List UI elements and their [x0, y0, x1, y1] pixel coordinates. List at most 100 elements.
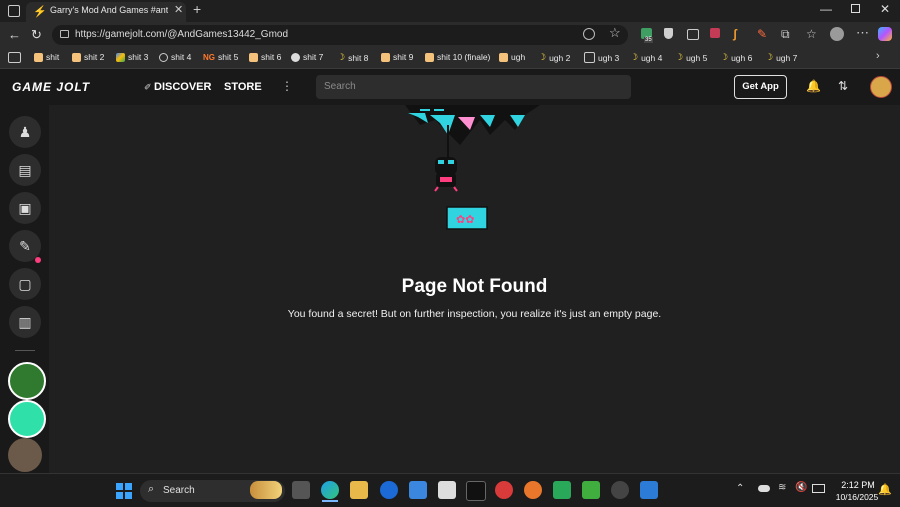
bookmark[interactable]: ugh [499, 52, 525, 62]
steam-icon[interactable] [611, 481, 629, 499]
search-input[interactable] [316, 75, 631, 99]
task-view-icon[interactable] [292, 481, 310, 499]
active-app-indicator [322, 500, 338, 502]
bread-icon [72, 52, 81, 62]
bread-icon [381, 52, 390, 62]
bookmark[interactable]: ☽ ugh 5 [675, 52, 707, 63]
bookmark[interactable]: ☽ shit 8 [337, 52, 368, 63]
bookmarks-overflow-icon[interactable]: › [876, 50, 880, 62]
file-explorer-icon[interactable] [350, 481, 368, 499]
github-icon [291, 52, 300, 62]
banana-icon: ☽ [337, 52, 346, 62]
taskbar-search-label: Search [163, 485, 195, 496]
sidebar-home-icon[interactable]: ♟ [9, 116, 41, 148]
sidebar-backpack-icon[interactable]: ▣ [9, 192, 41, 224]
green-app-icon[interactable] [553, 481, 571, 499]
sidebar-library-icon[interactable]: ▥ [9, 306, 41, 338]
more-menu-icon[interactable]: ⋯ [856, 25, 869, 41]
extension-red-icon[interactable] [710, 28, 720, 38]
tab-actions-icon[interactable] [8, 5, 20, 17]
sidebar-store-icon[interactable]: ▤ [9, 154, 41, 186]
banana-icon: ☽ [675, 52, 684, 62]
notification-icon[interactable]: 🔔 [878, 483, 892, 496]
microsoft-store-icon[interactable] [409, 481, 427, 499]
clock-time[interactable]: 2:12 PM [833, 480, 883, 490]
game-app-icon[interactable] [640, 481, 658, 499]
reading-mode-icon[interactable] [583, 28, 595, 40]
wifi-icon[interactable]: ≋ [778, 482, 786, 493]
windows-start-icon[interactable] [116, 483, 132, 499]
blender-icon[interactable] [524, 481, 542, 499]
notifications-bell-icon[interactable]: 🔔 [806, 79, 821, 93]
camera-icon[interactable] [687, 29, 699, 40]
back-icon[interactable]: ← [8, 27, 21, 42]
svg-text:✿✿: ✿✿ [456, 213, 474, 226]
hp-icon[interactable] [380, 481, 398, 499]
site-info-icon[interactable] [60, 30, 69, 38]
banana-icon: ☽ [630, 52, 639, 62]
minimize-icon[interactable]: — [820, 2, 832, 16]
volume-muted-icon[interactable]: 🔇 [795, 482, 807, 493]
edge-browser-icon[interactable] [321, 481, 339, 499]
tray-overflow-icon[interactable]: ⌃ [736, 483, 744, 494]
bookmark[interactable]: shit 9 [381, 52, 413, 62]
refresh-icon[interactable]: ↻ [31, 27, 42, 43]
bookmark[interactable]: ☽ ugh 4 [630, 52, 662, 63]
friends-icon[interactable]: ⇅ [838, 79, 848, 93]
url-text[interactable]: https://gamejolt.com/@AndGames13442_Gmod [75, 29, 288, 40]
search-placeholder: Search [324, 81, 356, 92]
extensions-puzzle-icon[interactable]: ⧉ [781, 27, 790, 42]
bookmark[interactable]: shit 2 [72, 52, 104, 62]
favorite-star-icon[interactable]: ☆ [609, 25, 621, 41]
cn-app-icon[interactable] [495, 481, 513, 499]
bookmark[interactable]: shit 4 [159, 52, 191, 62]
document-icon [584, 52, 595, 63]
copilot-icon[interactable] [878, 27, 892, 41]
community-avatar[interactable] [8, 400, 46, 438]
tab-close-icon[interactable]: ✕ [174, 3, 183, 16]
bookmark[interactable]: shit 6 [249, 52, 281, 62]
profile-avatar[interactable] [830, 27, 844, 41]
battery-icon[interactable] [812, 484, 825, 493]
bookmark[interactable]: ☽ ugh 6 [720, 52, 752, 63]
bookmark[interactable]: shit 7 [291, 52, 323, 62]
green-app-2-icon[interactable] [582, 481, 600, 499]
globe-icon [159, 52, 168, 62]
extension-badge: 35 [644, 37, 653, 43]
get-app-button[interactable]: Get App [734, 75, 787, 99]
banana-icon: ☽ [765, 52, 774, 62]
window-close-icon[interactable]: ✕ [880, 2, 890, 16]
restore-icon[interactable] [851, 4, 860, 13]
user-avatar[interactable] [870, 76, 892, 98]
new-tab-icon[interactable]: + [193, 1, 201, 17]
bookmark[interactable]: shit 3 [116, 52, 148, 62]
page-title: Page Not Found [401, 276, 548, 297]
tiktok-icon[interactable] [466, 481, 486, 501]
banana-icon: ☽ [538, 52, 547, 62]
shield-icon[interactable] [664, 28, 673, 39]
bookmark[interactable]: ☽ ugh 2 [538, 52, 570, 63]
search-icon: ⌕ [148, 483, 155, 495]
gamejolt-logo[interactable]: GAME JOLT [12, 80, 90, 94]
pencil-extension-icon[interactable]: ✎ [757, 27, 767, 41]
nav-discover[interactable]: DISCOVER [154, 81, 211, 93]
bookmark[interactable]: ugh 3 [584, 52, 619, 63]
community-avatar[interactable] [8, 438, 42, 472]
extension-orange-icon[interactable]: ʃ [733, 27, 737, 41]
bookmark[interactable]: shit [34, 52, 59, 62]
sidebar-chat-icon[interactable]: ▢ [9, 268, 41, 300]
bookmark[interactable]: NG shit 5 [203, 52, 238, 62]
search-highlight-icon [250, 481, 282, 499]
favorites-icon[interactable]: ☆ [806, 27, 817, 41]
bookmark[interactable]: ☽ ugh 7 [765, 52, 797, 63]
onedrive-icon[interactable] [758, 485, 770, 492]
roblox-icon[interactable] [438, 481, 456, 499]
more-options-icon[interactable]: ⋮ [281, 79, 293, 93]
bookmarks-toggle-icon[interactable] [8, 52, 21, 63]
bookmark[interactable]: shit 10 (finale) [425, 52, 490, 62]
page-message: You found a secret! But on further inspe… [287, 308, 662, 320]
bread-icon [249, 52, 258, 62]
nav-store[interactable]: STORE [224, 81, 262, 93]
ng-icon: NG [203, 52, 215, 62]
community-avatar[interactable] [8, 362, 46, 400]
